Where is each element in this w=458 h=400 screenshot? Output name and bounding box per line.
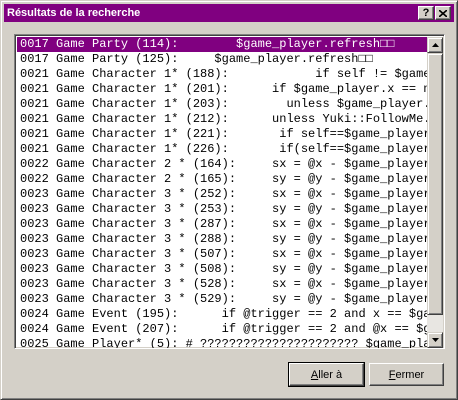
close-button[interactable]: Fermer [369, 363, 444, 386]
close-button-label: Fermer [388, 368, 425, 381]
results-rows: 0017 Game Party (114): $game_player.refr… [17, 37, 427, 348]
result-row[interactable]: 0017 Game Party (114): $game_player.refr… [17, 37, 427, 52]
help-button[interactable]: ? [418, 6, 434, 20]
result-row[interactable]: 0023 Game Character 3 * (252): sx = @x -… [17, 187, 427, 202]
scroll-up-button[interactable] [427, 37, 443, 53]
result-row[interactable]: 0021 Game Character 1* (188): if self !=… [17, 67, 427, 82]
result-row[interactable]: 0023 Game Character 3 * (288): sy = @y -… [17, 232, 427, 247]
close-window-button[interactable] [435, 6, 451, 20]
result-row[interactable]: 0021 Game Character 1* (212): unless Yuk… [17, 112, 427, 127]
goto-button[interactable]: Aller à [288, 362, 365, 387]
result-row[interactable]: 0021 Game Character 1* (221): if self==$… [17, 127, 427, 142]
result-row[interactable]: 0021 Game Character 1* (226): if(self==$… [17, 142, 427, 157]
result-row[interactable]: 0017 Game Party (125): $game_player.refr… [17, 52, 427, 67]
window-title: Résultats de la recherche [7, 7, 141, 19]
scroll-down-button[interactable] [427, 332, 443, 348]
result-row[interactable]: 0025 Game Player* (5): # ???????????????… [17, 337, 427, 348]
result-row[interactable]: 0024 Game Event (195): if @trigger == 2 … [17, 307, 427, 322]
result-row[interactable]: 0023 Game Character 3 * (287): sx = @x -… [17, 217, 427, 232]
result-row[interactable]: 0021 Game Character 1* (203): unless $ga… [17, 97, 427, 112]
result-row[interactable]: 0024 Game Event (207): if @trigger == 2 … [17, 322, 427, 337]
result-row[interactable]: 0023 Game Character 3 * (508): sy = @y -… [17, 262, 427, 277]
title-bar[interactable]: Résultats de la recherche ? [4, 4, 454, 22]
scroll-thumb[interactable] [427, 53, 443, 315]
result-row[interactable]: 0023 Game Character 3 * (507): sx = @x -… [17, 247, 427, 262]
close-icon [439, 9, 447, 17]
result-row[interactable]: 0022 Game Character 2 * (164): sx = @x -… [17, 157, 427, 172]
help-icon: ? [422, 6, 430, 19]
arrow-down-icon [431, 338, 439, 342]
result-row[interactable]: 0023 Game Character 3 * (529): sy = @y -… [17, 292, 427, 307]
result-row[interactable]: 0023 Game Character 3 * (528): sx = @x -… [17, 277, 427, 292]
arrow-up-icon [431, 43, 439, 47]
result-row[interactable]: 0023 Game Character 3 * (253): sy = @y -… [17, 202, 427, 217]
goto-button-label: Aller à [310, 368, 343, 381]
result-row[interactable]: 0022 Game Character 2 * (165): sy = @y -… [17, 172, 427, 187]
result-row[interactable]: 0021 Game Character 1* (201): if $game_p… [17, 82, 427, 97]
results-list[interactable]: 0017 Game Party (114): $game_player.refr… [14, 34, 445, 349]
vertical-scrollbar[interactable] [427, 37, 443, 348]
search-results-dialog: Résultats de la recherche ? 0017 Game Pa… [0, 0, 458, 400]
